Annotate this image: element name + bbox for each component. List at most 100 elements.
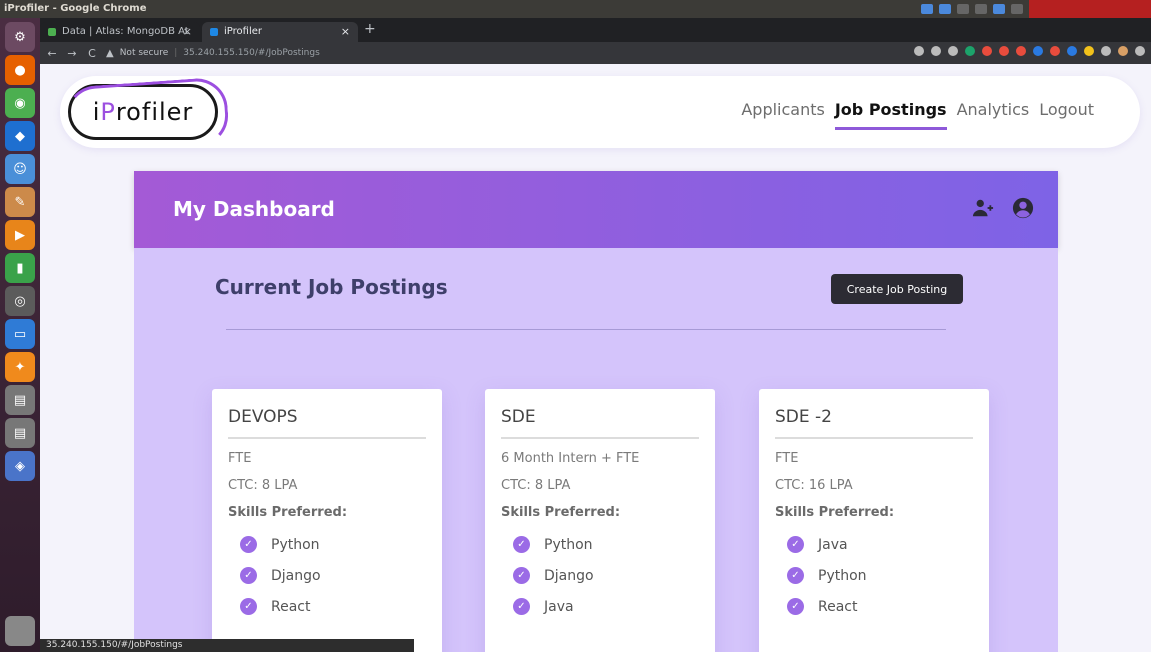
- address-bar[interactable]: ▲ Not secure | 35.240.155.150/#/JobPosti…: [106, 48, 320, 59]
- star-icon[interactable]: [948, 46, 958, 56]
- screen-tray-icon[interactable]: [939, 4, 951, 14]
- job-ctc: CTC: 16 LPA: [775, 478, 853, 493]
- trash-launcher-icon[interactable]: [5, 616, 35, 646]
- extension-icon[interactable]: [1016, 46, 1026, 56]
- nav-link-analytics[interactable]: Analytics: [957, 100, 1030, 130]
- skill-label: Python: [544, 536, 593, 553]
- settings-launcher-icon[interactable]: ⚙: [5, 22, 35, 52]
- camera-tray-icon[interactable]: [921, 4, 933, 14]
- firefox-launcher-icon[interactable]: ●: [5, 55, 35, 85]
- charts-launcher-icon[interactable]: ▮: [5, 253, 35, 283]
- skills-label: Skills Preferred:: [501, 505, 621, 520]
- job-title: SDE: [501, 407, 699, 439]
- back-arrow-icon[interactable]: ←: [46, 47, 58, 60]
- battery-tray-icon[interactable]: [1011, 4, 1023, 14]
- warning-icon: ▲: [106, 47, 114, 59]
- chrome-launcher-icon[interactable]: ◉: [5, 88, 35, 118]
- skill-label: React: [818, 598, 858, 615]
- skill-item: ✓ Python: [787, 567, 973, 584]
- system-settings-launcher-icon[interactable]: ◎: [5, 286, 35, 316]
- skill-item: ✓ Java: [787, 536, 973, 553]
- forward-arrow-icon[interactable]: →: [66, 47, 78, 60]
- extension-icon[interactable]: [1050, 46, 1060, 56]
- iprofiler-logo[interactable]: i Profiler: [68, 84, 218, 140]
- close-icon[interactable]: ×: [183, 22, 192, 42]
- drive-2-launcher-icon[interactable]: ▤: [5, 418, 35, 448]
- logo-highlight: P: [100, 98, 116, 126]
- job-type: 6 Month Intern + FTE: [501, 451, 640, 466]
- reload-icon[interactable]: C: [86, 47, 98, 60]
- job-card-sde-2[interactable]: SDE -2 FTE CTC: 16 LPA Skills Preferred:…: [759, 389, 989, 652]
- mongodb-favicon-icon: [48, 28, 56, 36]
- skill-item: ✓ Python: [240, 536, 426, 553]
- extensions-row: [914, 46, 1145, 56]
- profile-icon[interactable]: [1012, 197, 1034, 219]
- bluetooth-tray-icon[interactable]: [993, 4, 1005, 14]
- header-actions: [972, 197, 1034, 219]
- extension-icon[interactable]: [1067, 46, 1077, 56]
- finder-launcher-icon[interactable]: ☺: [5, 154, 35, 184]
- url-text: 35.240.155.150/#/JobPostings: [183, 48, 320, 58]
- app-launcher: ⚙ ● ◉ ◆ ☺ ✎ ▶ ▮ ◎ ▭ ✦ ▤ ▤ ◈: [0, 18, 40, 652]
- nav-link-job-postings[interactable]: Job Postings: [834, 100, 947, 130]
- extension-icon[interactable]: [982, 46, 992, 56]
- skill-label: Django: [544, 567, 594, 584]
- window-title-text: iProfiler - Google Chrome: [4, 3, 147, 14]
- skill-item: ✓ Django: [240, 567, 426, 584]
- job-card-devops[interactable]: DEVOPS FTE CTC: 8 LPA Skills Preferred: …: [212, 389, 442, 652]
- zoom-icon[interactable]: [931, 46, 941, 56]
- job-ctc: CTC: 8 LPA: [501, 478, 571, 493]
- grammarly-icon[interactable]: [965, 46, 975, 56]
- security-label: Not secure: [119, 48, 169, 58]
- logo-suffix: rofiler: [115, 98, 194, 126]
- job-card-sde[interactable]: SDE 6 Month Intern + FTE CTC: 8 LPA Skil…: [485, 389, 715, 652]
- nav-link-applicants[interactable]: Applicants: [741, 100, 825, 130]
- tab-mongodb[interactable]: Data | Atlas: MongoDB At ×: [40, 22, 200, 42]
- skill-item: ✓ React: [787, 598, 973, 615]
- check-circle-icon: ✓: [240, 567, 257, 584]
- extension-icon[interactable]: [999, 46, 1009, 56]
- job-title: SDE -2: [775, 407, 973, 439]
- extension-icon[interactable]: [1084, 46, 1094, 56]
- dashboard-body: Current Job Postings Create Job Posting …: [134, 248, 1058, 652]
- menu-icon[interactable]: [1135, 46, 1145, 56]
- tab-strip: Data | Atlas: MongoDB At × iProfiler × +: [40, 18, 1151, 42]
- close-icon[interactable]: ×: [341, 22, 350, 42]
- create-job-posting-button[interactable]: Create Job Posting: [831, 274, 963, 304]
- tab-label: iProfiler: [224, 26, 262, 37]
- vscode-launcher-icon[interactable]: ◆: [5, 121, 35, 151]
- check-circle-icon: ✓: [513, 567, 530, 584]
- job-title: DEVOPS: [228, 407, 426, 439]
- check-circle-icon: ✓: [787, 536, 804, 553]
- wifi-tray-icon[interactable]: [957, 4, 969, 14]
- section-title: Current Job Postings: [215, 275, 448, 299]
- tab-label: Data | Atlas: MongoDB At: [62, 26, 189, 37]
- network-launcher-icon[interactable]: ◈: [5, 451, 35, 481]
- skill-label: Java: [818, 536, 848, 553]
- check-circle-icon: ✓: [787, 567, 804, 584]
- keyboard-tray-icon[interactable]: [975, 4, 987, 14]
- check-circle-icon: ✓: [240, 536, 257, 553]
- nav-link-logout[interactable]: Logout: [1039, 100, 1094, 130]
- top-navbar: i Profiler Applicants Job Postings Analyt…: [60, 76, 1140, 148]
- check-circle-icon: ✓: [513, 598, 530, 615]
- job-type: FTE: [228, 451, 252, 466]
- drive-launcher-icon[interactable]: ▤: [5, 385, 35, 415]
- safari-launcher-icon[interactable]: ✦: [5, 352, 35, 382]
- skill-item: ✓ Python: [513, 536, 699, 553]
- dashboard-header: My Dashboard: [134, 171, 1058, 248]
- check-circle-icon: ✓: [240, 598, 257, 615]
- job-type: FTE: [775, 451, 799, 466]
- extension-icon[interactable]: [1033, 46, 1043, 56]
- profile-avatar-icon[interactable]: [1118, 46, 1128, 56]
- tab-iprofiler[interactable]: iProfiler ×: [202, 22, 358, 42]
- presentation-launcher-icon[interactable]: ▭: [5, 319, 35, 349]
- job-ctc: CTC: 8 LPA: [228, 478, 298, 493]
- key-icon[interactable]: [914, 46, 924, 56]
- add-user-icon[interactable]: [972, 197, 994, 219]
- editor-launcher-icon[interactable]: ✎: [5, 187, 35, 217]
- puzzle-icon[interactable]: [1101, 46, 1111, 56]
- dashboard-title: My Dashboard: [173, 197, 335, 221]
- media-player-launcher-icon[interactable]: ▶: [5, 220, 35, 250]
- new-tab-button[interactable]: +: [364, 21, 376, 37]
